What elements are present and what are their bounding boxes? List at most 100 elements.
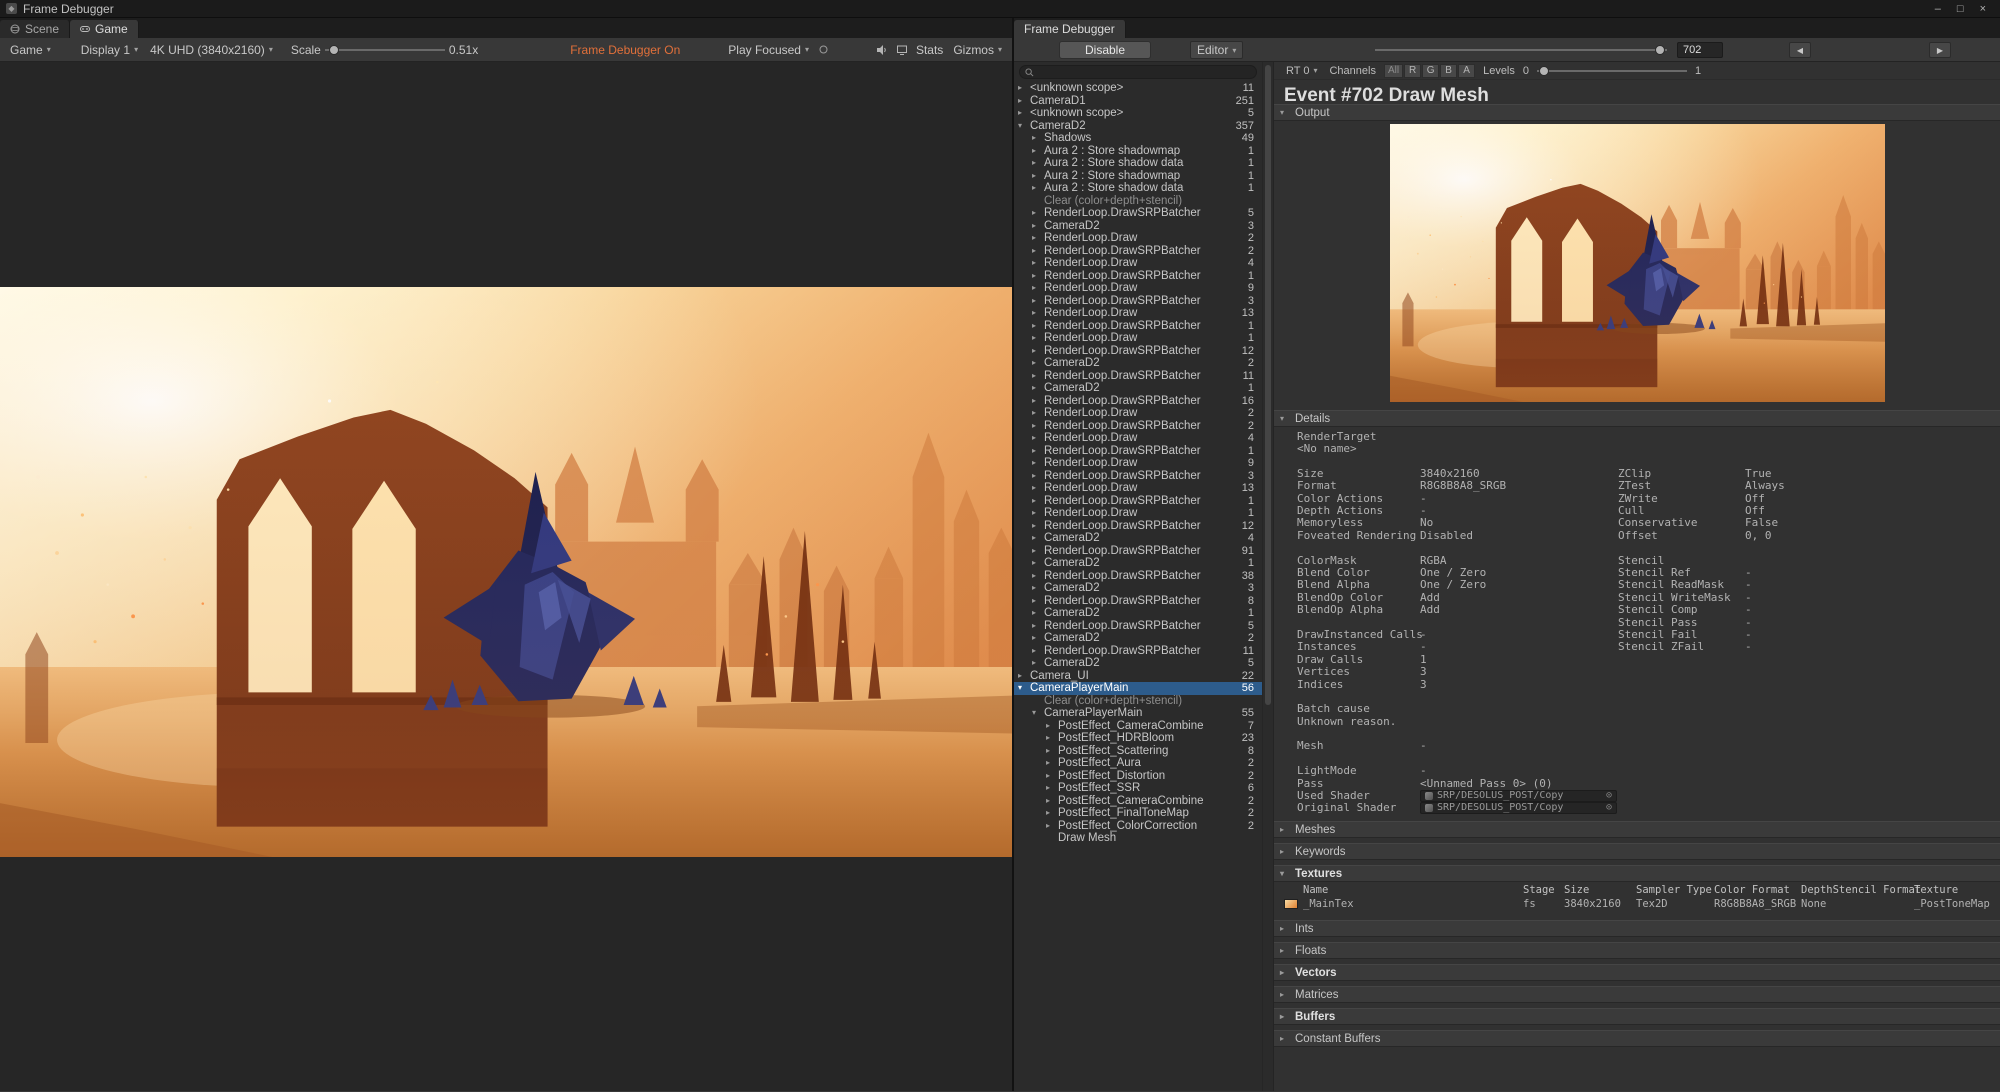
tree-row[interactable]: Draw Mesh [1014, 832, 1262, 845]
tree-row[interactable]: ▸RenderLoop.DrawSRPBatcher12 [1014, 520, 1262, 533]
play-focused-dropdown[interactable]: Play Focused ▾ [722, 41, 815, 59]
mute-audio-icon[interactable] [872, 42, 892, 58]
tree-row[interactable]: ▾CameraPlayerMain55 [1014, 707, 1262, 720]
tree-row[interactable]: ▾CameraPlayerMain56 [1014, 682, 1262, 695]
expand-icon[interactable]: ▸ [1032, 245, 1044, 258]
tree-row[interactable]: ▸CameraD25 [1014, 657, 1262, 670]
expand-icon[interactable]: ▸ [1046, 782, 1058, 795]
tree-row[interactable]: ▸RenderLoop.DrawSRPBatcher1 [1014, 320, 1262, 333]
ping-icon[interactable]: ⊙ [1606, 802, 1612, 813]
tree-row[interactable]: ▸RenderLoop.DrawSRPBatcher1 [1014, 270, 1262, 283]
tree-row[interactable]: ▸PostEffect_FinalToneMap2 [1014, 807, 1262, 820]
expand-icon[interactable]: ▸ [1032, 445, 1044, 458]
expand-icon[interactable]: ▸ [1032, 545, 1044, 558]
tree-row[interactable]: ▸Aura 2 : Store shadowmap1 [1014, 145, 1262, 158]
expand-icon[interactable]: ▸ [1046, 770, 1058, 783]
levels-slider[interactable] [1537, 64, 1687, 78]
tree-row[interactable]: ▸CameraD21 [1014, 382, 1262, 395]
render-target-dropdown[interactable]: RT 0 ▾ [1282, 64, 1321, 78]
expand-icon[interactable]: ▸ [1032, 270, 1044, 283]
tree-row[interactable]: ▸RenderLoop.Draw4 [1014, 257, 1262, 270]
expand-icon[interactable]: ▸ [1032, 357, 1044, 370]
tree-row[interactable]: ▸RenderLoop.Draw1 [1014, 332, 1262, 345]
expand-icon[interactable]: ▸ [1032, 295, 1044, 308]
tree-row[interactable]: ▸RenderLoop.DrawSRPBatcher8 [1014, 595, 1262, 608]
expand-icon[interactable]: ▸ [1032, 595, 1044, 608]
tree-row[interactable]: ▸<unknown scope>11 [1014, 82, 1262, 95]
next-event-button[interactable]: ▶ [1929, 42, 1951, 58]
minimize-icon[interactable]: – [1935, 3, 1941, 15]
expand-icon[interactable]: ▸ [1032, 257, 1044, 270]
channel-all-button[interactable]: All [1384, 64, 1403, 78]
expand-icon[interactable]: ▸ [1032, 407, 1044, 420]
expand-icon[interactable]: ▸ [1032, 307, 1044, 320]
collapse-icon[interactable]: ▾ [1032, 707, 1044, 720]
target-selector-dropdown[interactable]: Editor ▾ [1190, 41, 1243, 59]
gizmos-dropdown[interactable]: Gizmos ▾ [947, 41, 1008, 59]
tree-row[interactable]: ▸RenderLoop.DrawSRPBatcher5 [1014, 620, 1262, 633]
expand-icon[interactable]: ▸ [1046, 720, 1058, 733]
window-titlebar[interactable]: ◆ Frame Debugger – □ × [0, 0, 2000, 18]
tree-row[interactable]: ▸RenderLoop.DrawSRPBatcher12 [1014, 345, 1262, 358]
expand-icon[interactable]: ▸ [1032, 207, 1044, 220]
texture-cell[interactable]: _MainTex [1303, 898, 1354, 910]
expand-icon[interactable]: ▸ [1032, 395, 1044, 408]
tree-row[interactable]: ▸RenderLoop.Draw9 [1014, 457, 1262, 470]
tree-row[interactable]: ▸RenderLoop.DrawSRPBatcher2 [1014, 420, 1262, 433]
ping-icon[interactable]: ⊙ [1606, 790, 1612, 801]
tree-row[interactable]: ▸CameraD21 [1014, 607, 1262, 620]
tree-row[interactable]: ▸RenderLoop.Draw2 [1014, 407, 1262, 420]
expand-icon[interactable]: ▸ [1032, 382, 1044, 395]
tree-row[interactable]: ▸RenderLoop.DrawSRPBatcher91 [1014, 545, 1262, 558]
expand-icon[interactable]: ▸ [1032, 582, 1044, 595]
tree-row[interactable]: Clear (color+depth+stencil) [1014, 195, 1262, 208]
tree-row[interactable]: ▸RenderLoop.DrawSRPBatcher3 [1014, 470, 1262, 483]
tab-scene[interactable]: Scene [0, 20, 70, 38]
tree-row[interactable]: ▸PostEffect_SSR6 [1014, 782, 1262, 795]
expand-icon[interactable]: ▸ [1046, 820, 1058, 833]
expand-icon[interactable]: ▸ [1032, 232, 1044, 245]
expand-icon[interactable]: ▸ [1018, 95, 1030, 108]
tree-row[interactable]: ▸Aura 2 : Store shadow data1 [1014, 157, 1262, 170]
tree-row[interactable]: ▸PostEffect_HDRBloom23 [1014, 732, 1262, 745]
expand-icon[interactable]: ▸ [1032, 145, 1044, 158]
resolution-dropdown[interactable]: 4K UHD (3840x2160) ▾ [144, 41, 279, 59]
maximize-icon[interactable]: □ [1957, 3, 1964, 15]
scale-slider[interactable] [325, 43, 445, 57]
expand-icon[interactable]: ▸ [1032, 657, 1044, 670]
tree-row[interactable]: ▾CameraD2357 [1014, 120, 1262, 133]
channel-g-button[interactable]: G [1422, 64, 1439, 78]
tree-scrollbar[interactable] [1262, 62, 1274, 1091]
expand-icon[interactable]: ▸ [1032, 620, 1044, 633]
event-slider[interactable] [1375, 43, 1667, 57]
tree-row[interactable]: ▸Shadows49 [1014, 132, 1262, 145]
tree-row[interactable]: ▸RenderLoop.Draw4 [1014, 432, 1262, 445]
expand-icon[interactable]: ▸ [1032, 332, 1044, 345]
channel-r-button[interactable]: R [1404, 64, 1421, 78]
expand-icon[interactable]: ▸ [1032, 157, 1044, 170]
tree-row[interactable]: ▸PostEffect_CameraCombine7 [1014, 720, 1262, 733]
expand-icon[interactable]: ▸ [1032, 220, 1044, 233]
expand-icon[interactable]: ▸ [1032, 132, 1044, 145]
expand-icon[interactable]: ▸ [1046, 745, 1058, 758]
tree-row[interactable]: ▸PostEffect_ColorCorrection2 [1014, 820, 1262, 833]
tree-row[interactable]: ▸RenderLoop.DrawSRPBatcher1 [1014, 495, 1262, 508]
expand-icon[interactable]: ▸ [1032, 420, 1044, 433]
tree-row[interactable]: ▸CameraD1251 [1014, 95, 1262, 108]
expand-icon[interactable]: ▸ [1018, 82, 1030, 95]
expand-icon[interactable]: ▸ [1032, 645, 1044, 658]
collapse-icon[interactable]: ▾ [1018, 682, 1030, 695]
expand-icon[interactable]: ▸ [1032, 457, 1044, 470]
expand-icon[interactable]: ▸ [1032, 170, 1044, 183]
tree-row[interactable]: ▸PostEffect_CameraCombine2 [1014, 795, 1262, 808]
collapse-icon[interactable]: ▾ [1018, 120, 1030, 133]
section-vectors[interactable]: ▸ Vectors [1274, 964, 2000, 981]
expand-icon[interactable]: ▸ [1032, 370, 1044, 383]
search-input[interactable] [1019, 65, 1257, 79]
texture-thumbnail[interactable] [1284, 899, 1298, 909]
expand-icon[interactable]: ▸ [1046, 732, 1058, 745]
tree-row[interactable]: ▸Camera_UI22 [1014, 670, 1262, 683]
expand-icon[interactable]: ▸ [1018, 107, 1030, 120]
expand-icon[interactable]: ▸ [1032, 570, 1044, 583]
expand-icon[interactable]: ▸ [1032, 607, 1044, 620]
